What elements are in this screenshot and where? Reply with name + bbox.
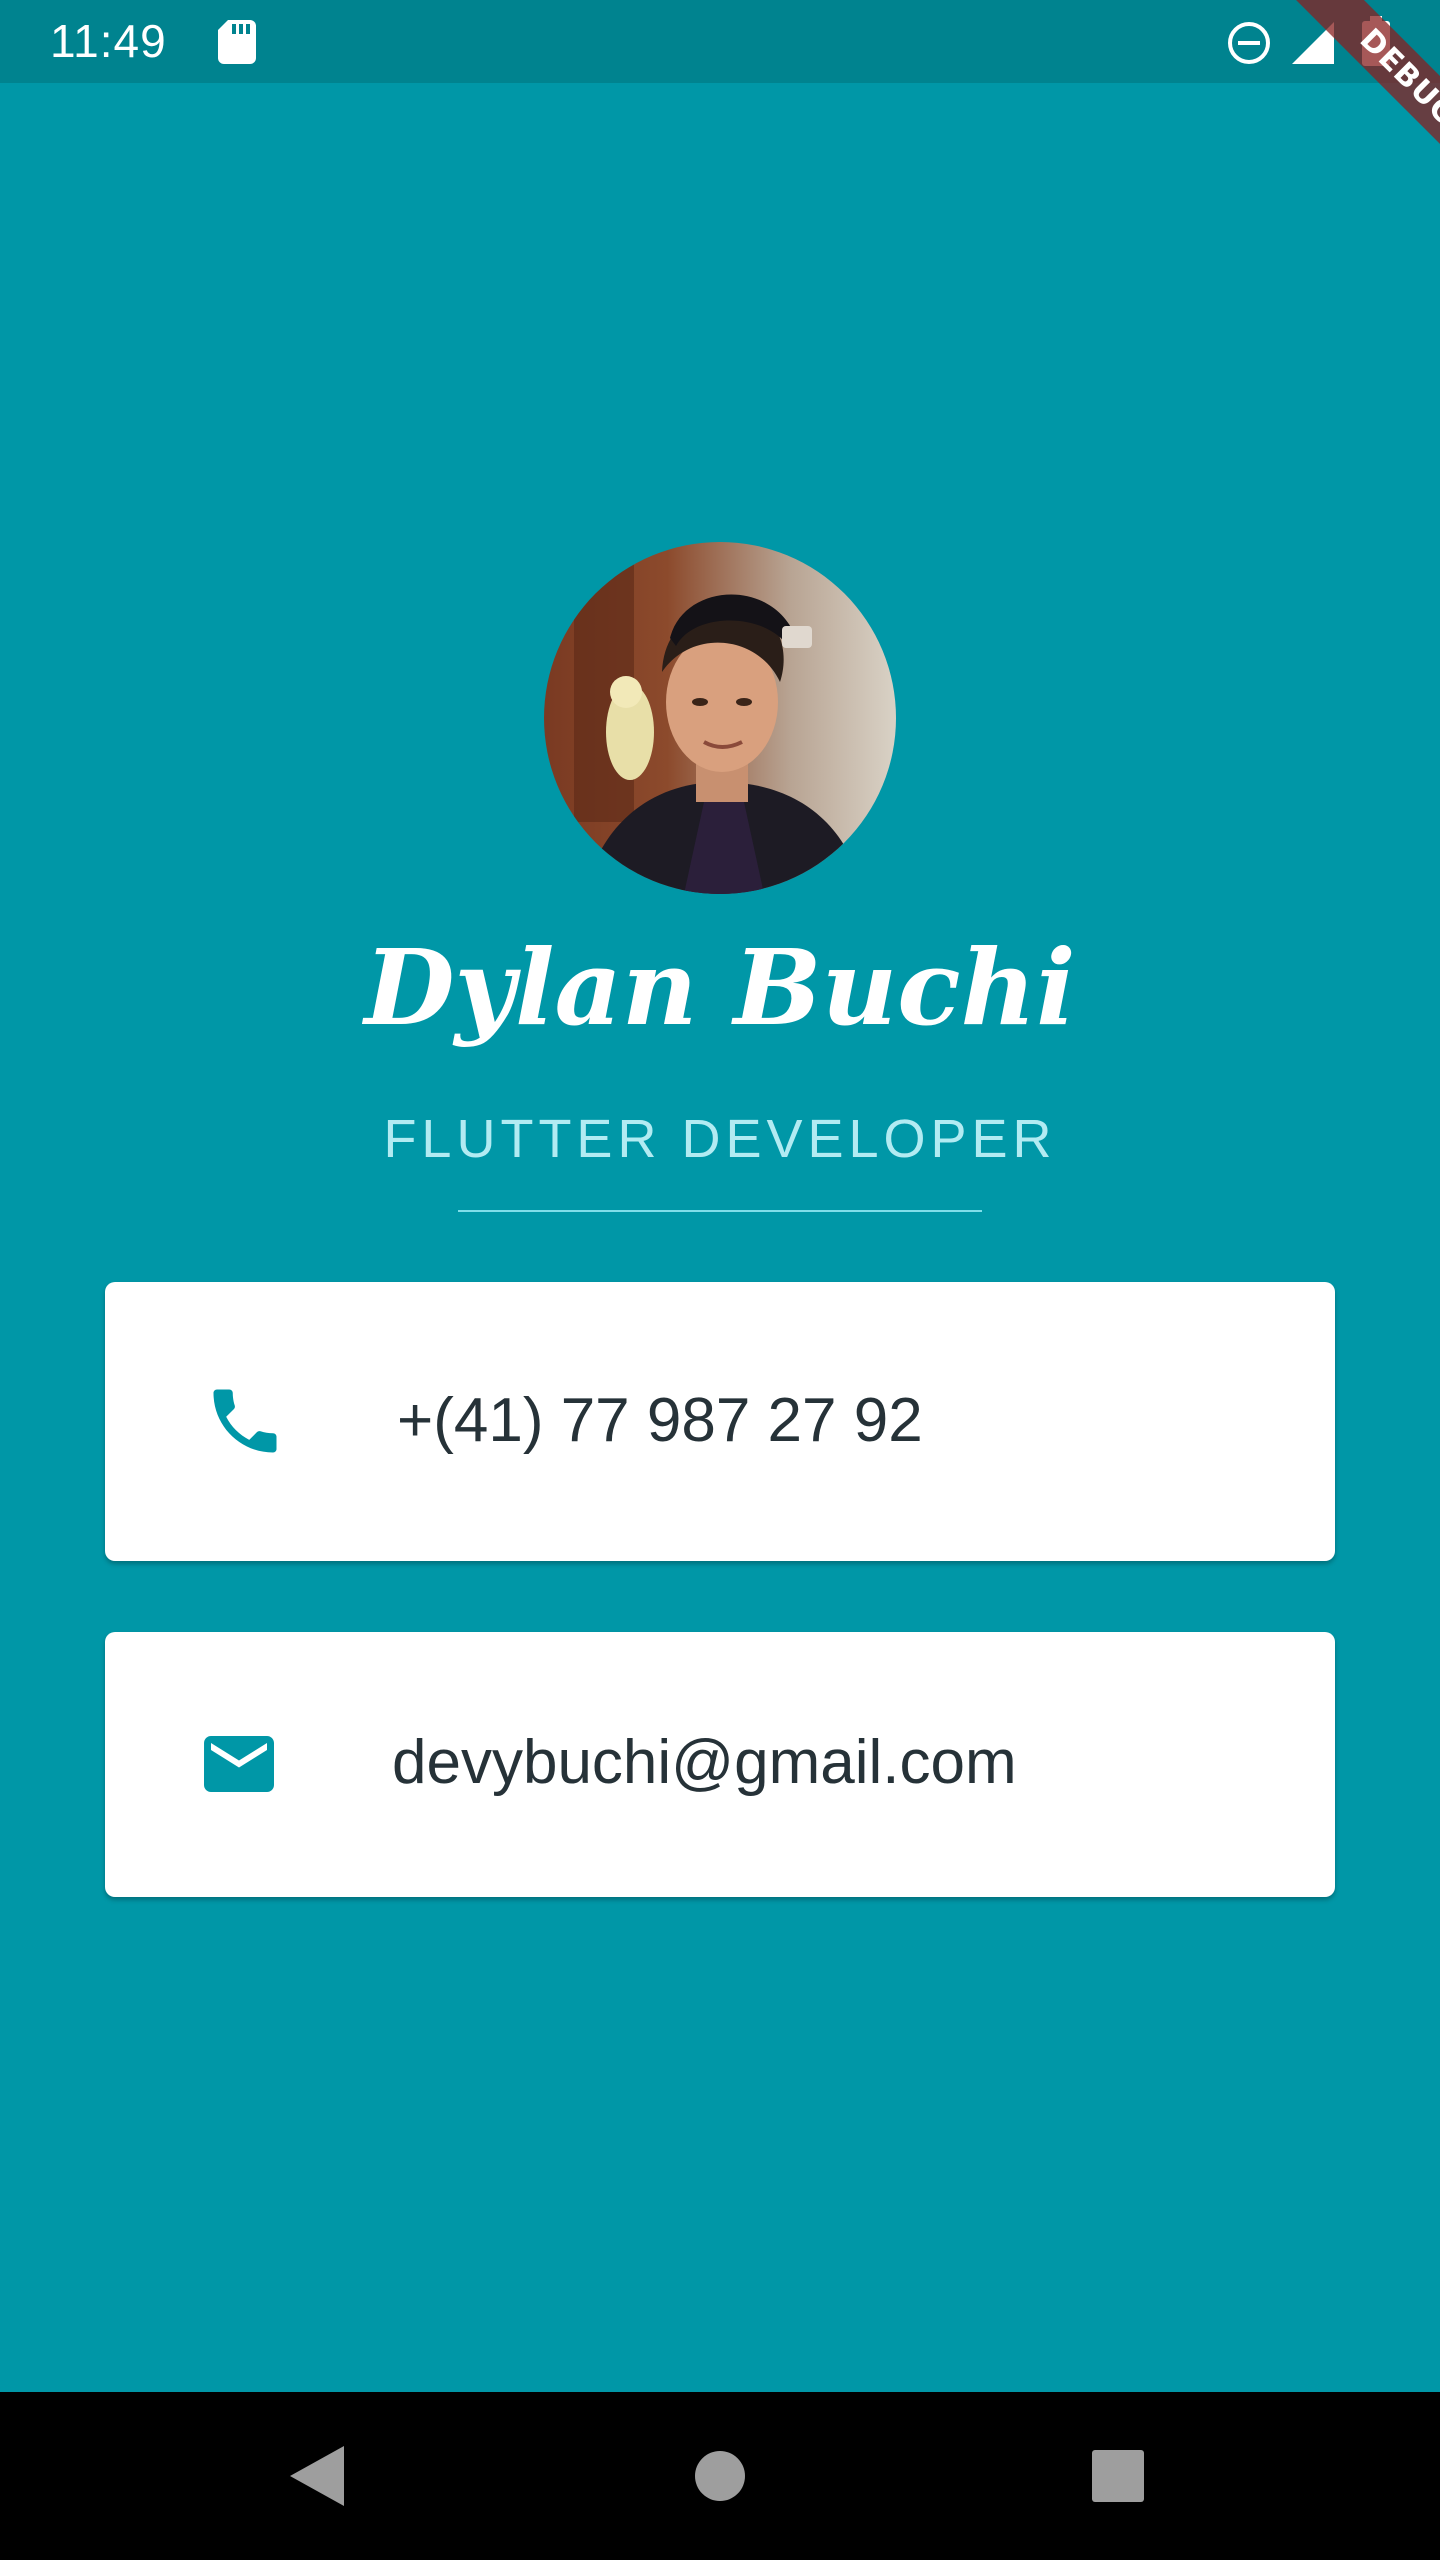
back-icon[interactable] (286, 2444, 346, 2508)
nav-bar (0, 2392, 1440, 2560)
status-time: 11:49 (50, 15, 167, 67)
status-bar: 11:49 (0, 0, 1440, 83)
profile-name: Dylan Buchi (364, 926, 1076, 1049)
avatar (544, 542, 896, 894)
phone-card[interactable]: +(41) 77 987 27 92 (105, 1282, 1335, 1561)
email-address: devybuchi@gmail.com (392, 1728, 1017, 1797)
phone-number: +(41) 77 987 27 92 (397, 1386, 923, 1455)
sd-card-icon (218, 20, 256, 64)
do-not-disturb-icon (1228, 22, 1270, 64)
home-icon[interactable] (694, 2450, 746, 2502)
avatar-image (544, 542, 896, 894)
recents-icon[interactable] (1092, 2450, 1144, 2502)
divider (458, 1210, 982, 1212)
phone-icon (213, 1389, 277, 1453)
email-card[interactable]: devybuchi@gmail.com (105, 1632, 1335, 1897)
profile-title: FLUTTER DEVELOPER (383, 1109, 1057, 1169)
mail-icon (204, 1736, 274, 1792)
